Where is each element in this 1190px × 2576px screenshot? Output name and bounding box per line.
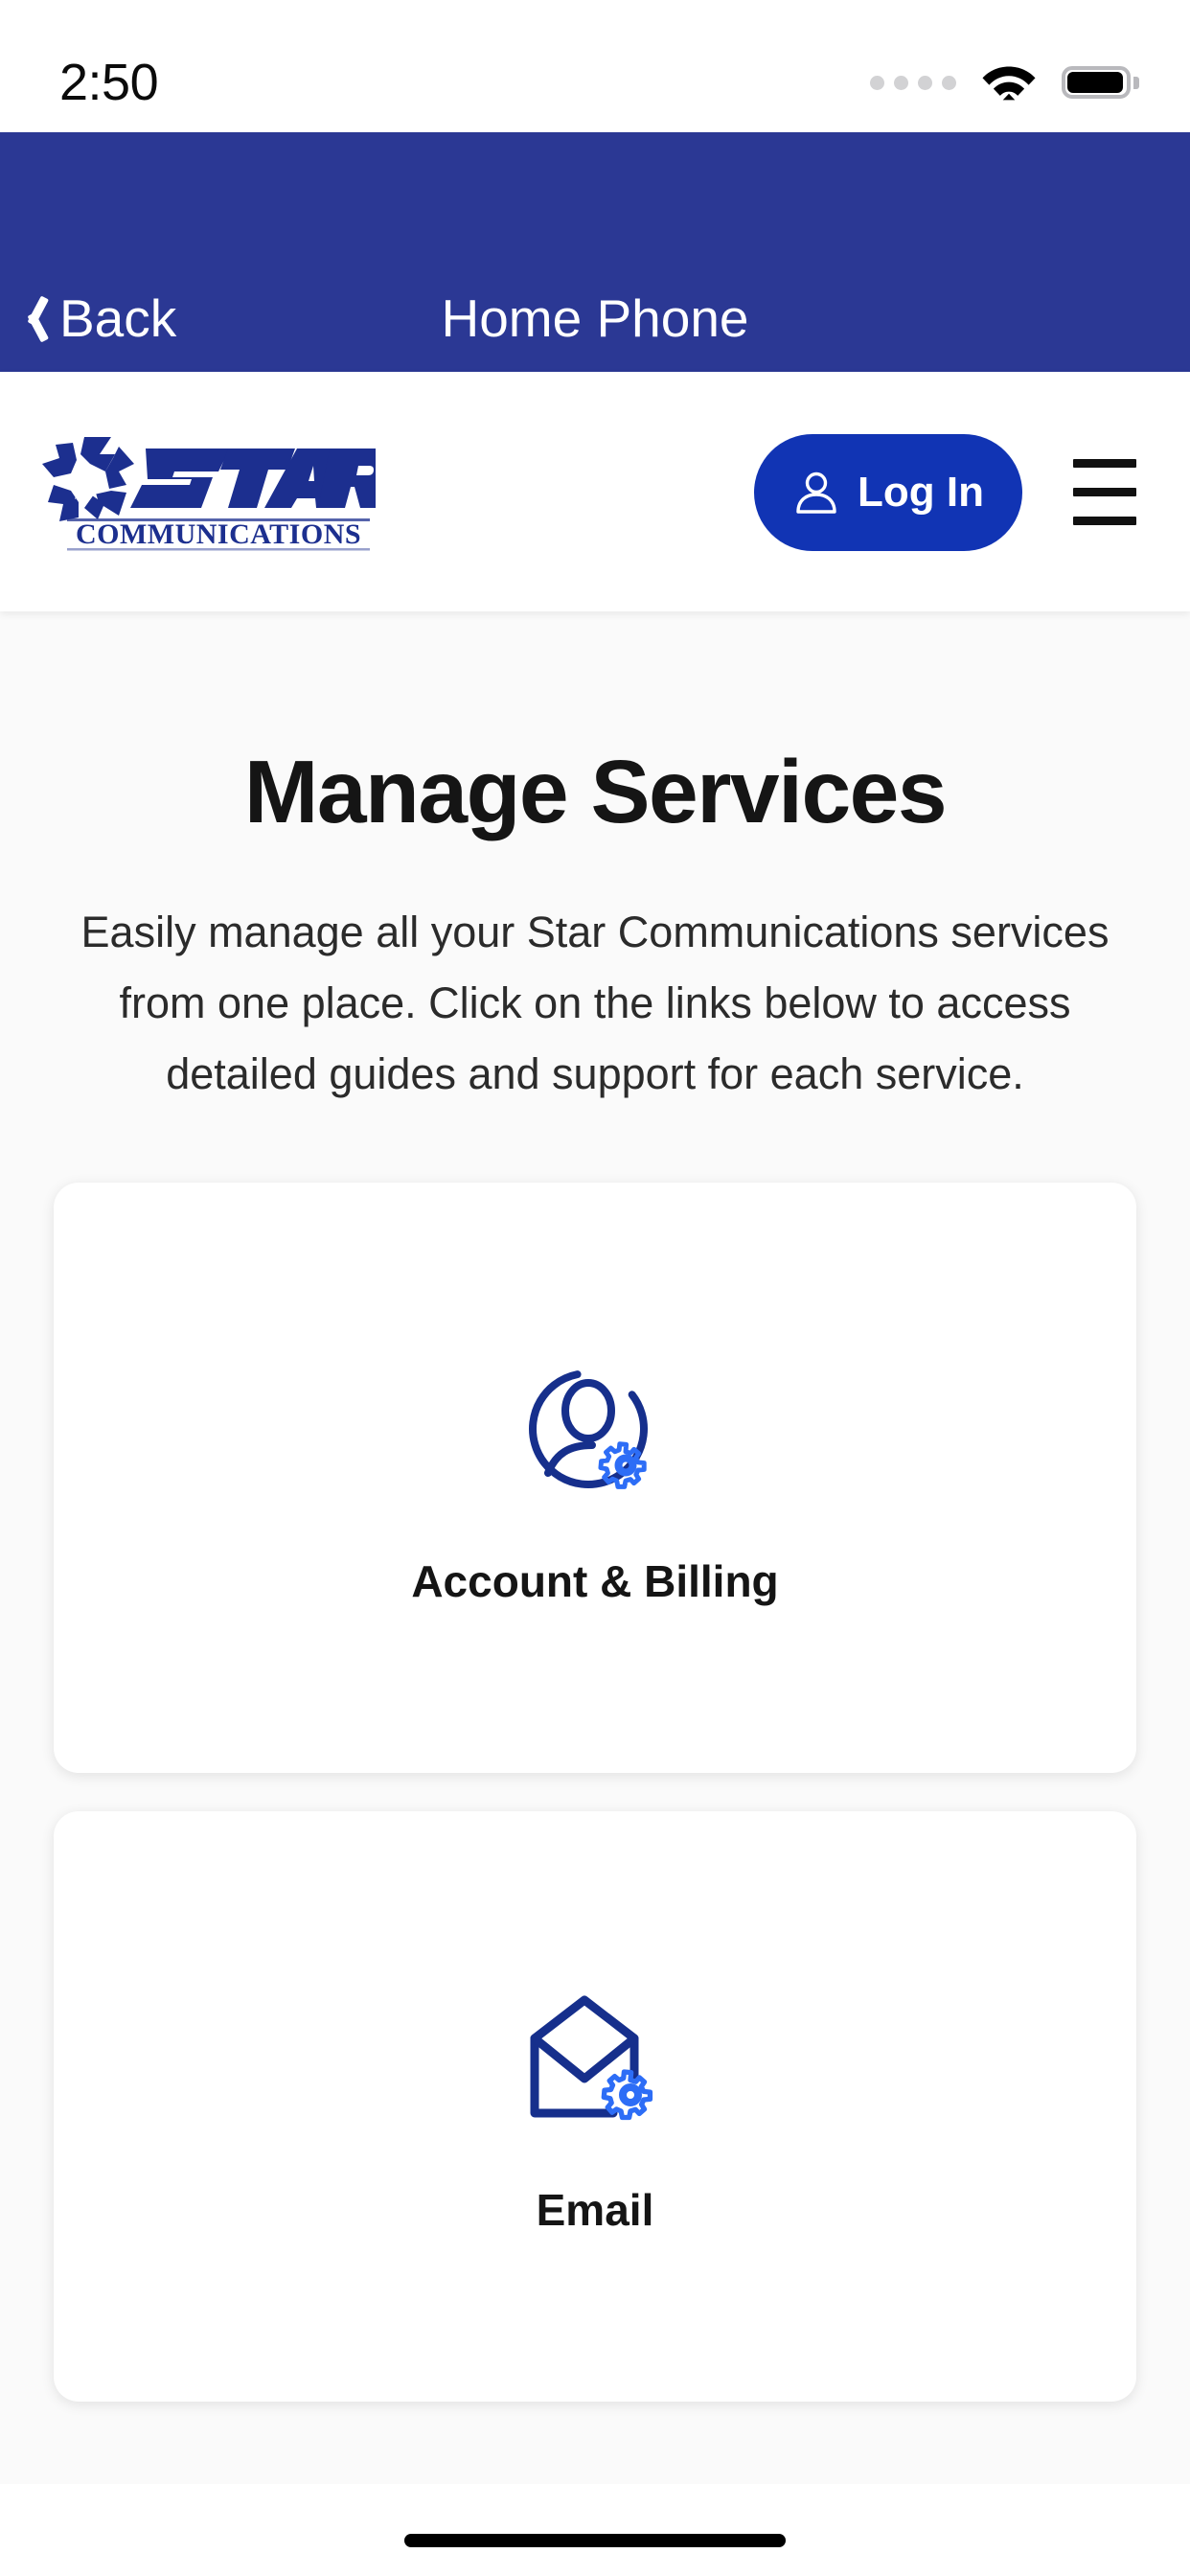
safe-area-bottom	[0, 2484, 1190, 2576]
service-card-label: Email	[536, 2185, 654, 2236]
battery-full-icon	[1062, 66, 1139, 99]
signal-dots-icon	[870, 75, 956, 90]
page-content: Manage Services Easily manage all your S…	[0, 611, 1190, 2403]
email-settings-icon	[514, 1979, 676, 2142]
service-card-email[interactable]: Email	[54, 1811, 1136, 2403]
service-card-account-billing[interactable]: Account & Billing	[54, 1183, 1136, 1774]
hamburger-menu-icon[interactable]	[1073, 442, 1136, 541]
svg-text:COMMUNICATIONS: COMMUNICATIONS	[76, 518, 361, 550]
site-header: COMMUNICATIONS Log In	[0, 372, 1190, 611]
status-time: 2:50	[59, 54, 159, 111]
login-button-label: Log In	[858, 469, 984, 516]
phone-screen: 2:50 Back Home Phone COMMUNICATIONS Log …	[0, 0, 1190, 2576]
page-description: Easily manage all your Star Communicatio…	[80, 907, 1110, 1099]
home-indicator[interactable]	[404, 2534, 786, 2547]
status-bar: 2:50	[0, 0, 1190, 132]
login-button[interactable]: Log In	[754, 434, 1022, 551]
account-settings-icon	[514, 1350, 676, 1513]
app-nav-bar: Back Home Phone	[0, 132, 1190, 372]
nav-title: Home Phone	[441, 288, 749, 348]
service-card-label: Account & Billing	[411, 1556, 779, 1607]
service-cards: Account & Billing Email	[54, 1183, 1136, 2403]
wifi-icon	[981, 60, 1037, 105]
user-icon	[792, 469, 840, 517]
page-title: Manage Services	[243, 742, 948, 841]
status-indicators	[870, 60, 1139, 105]
brand-logo[interactable]: COMMUNICATIONS	[31, 429, 376, 552]
